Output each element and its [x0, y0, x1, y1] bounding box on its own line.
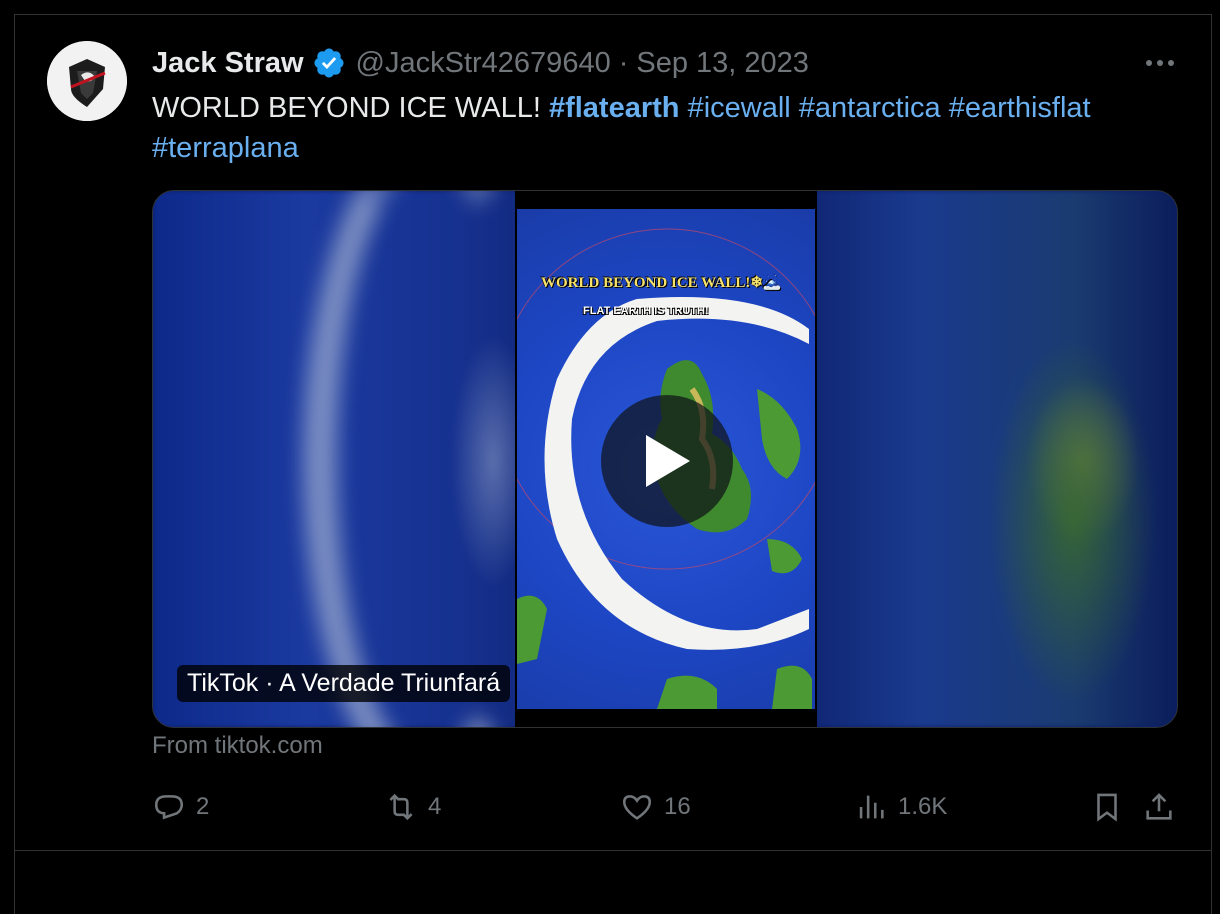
tweet-header: Jack Straw @JackStr42679640 · Sep 13, 20…	[152, 44, 809, 82]
author-handle[interactable]: @JackStr42679640	[356, 47, 611, 80]
avatar[interactable]	[47, 41, 127, 121]
hashtag-link[interactable]: #flatearth	[549, 92, 680, 124]
hashtag-link[interactable]: #icewall	[688, 92, 791, 124]
like-count: 16	[664, 793, 691, 820]
repost-count: 4	[428, 793, 442, 820]
bookmark-icon	[1097, 793, 1117, 822]
share-button[interactable]	[1142, 786, 1176, 828]
share-icon	[1146, 793, 1172, 820]
reply-icon	[154, 795, 184, 820]
repost-button[interactable]: 4	[384, 786, 441, 828]
author-name[interactable]: Jack Straw	[152, 47, 304, 80]
video-overlay-title: WORLD BEYOND ICE WALL!❄🗻	[541, 275, 782, 291]
bookmark-button[interactable]	[1090, 786, 1124, 828]
view-count: 1.6K	[898, 793, 948, 820]
source-link[interactable]: From tiktok.com	[152, 732, 323, 760]
post-date[interactable]: Sep 13, 2023	[636, 47, 809, 80]
tweet-text: WORLD BEYOND ICE WALL! #flatearth #icewa…	[152, 88, 1172, 168]
like-icon	[622, 795, 652, 820]
hashtag-link[interactable]: #terraplana	[152, 132, 299, 164]
views-icon	[859, 795, 884, 819]
tweet-body: WORLD BEYOND ICE WALL!	[152, 92, 541, 124]
divider	[14, 850, 1212, 851]
video-overlay-subtitle: FLAT EARTH IS TRUTH!	[583, 305, 709, 317]
video-caption[interactable]: TikTok · A Verdade Triunfará	[177, 665, 511, 702]
video-embed[interactable]: WORLD BEYOND ICE WALL!❄🗻 FLAT EARTH IS T…	[152, 190, 1178, 728]
more-icon[interactable]	[1140, 50, 1180, 76]
verified-badge-icon	[312, 46, 346, 80]
like-button[interactable]: 16	[620, 786, 691, 828]
action-bar: 2 4 16 1.6K	[150, 786, 1180, 828]
separator: ·	[618, 46, 629, 79]
hashtag-link[interactable]: #antarctica	[799, 92, 941, 124]
repost-icon	[389, 793, 413, 821]
play-icon[interactable]	[601, 395, 733, 527]
hashtag-link[interactable]: #earthisflat	[949, 92, 1091, 124]
reply-count: 2	[196, 793, 210, 820]
reply-button[interactable]: 2	[152, 786, 209, 828]
views-button[interactable]: 1.6K	[854, 786, 947, 828]
